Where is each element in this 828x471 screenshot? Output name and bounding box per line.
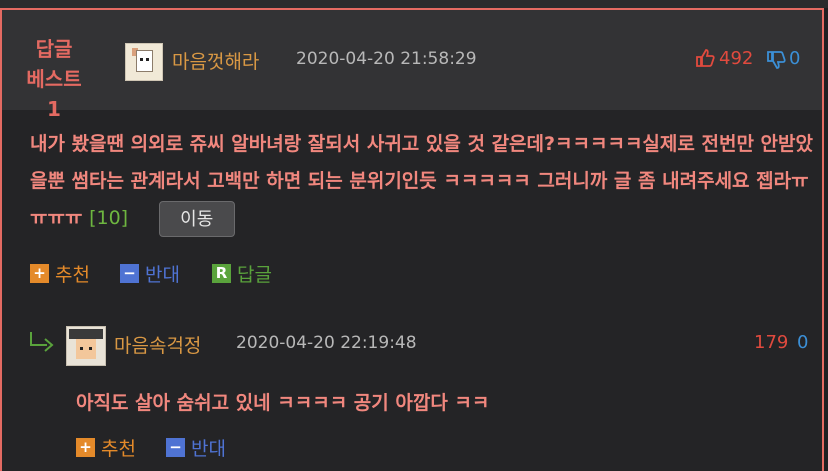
reply-icon: R: [212, 264, 231, 283]
badge-line-2: 베스트1: [26, 67, 82, 121]
thumbs-down-icon[interactable]: [766, 50, 786, 70]
oppose-button[interactable]: − 반대: [120, 260, 180, 287]
comment-timestamp: 2020-04-20 21:58:29: [296, 49, 477, 69]
reply-recommend-button[interactable]: + 추천: [76, 434, 136, 461]
comment-header: 답글 베스트1 마음껏해라 2020-04-20 21:58:29 492 0: [2, 10, 822, 121]
best-comment-panel: 답글 베스트1 마음껏해라 2020-04-20 21:58:29 492 0 …: [0, 8, 824, 471]
reply-avatar[interactable]: [66, 326, 106, 366]
recommend-label: 추천: [55, 264, 90, 286]
downvote-count: 0: [789, 48, 801, 69]
minus-icon: −: [120, 264, 139, 283]
author-nickname[interactable]: 마음껏해라: [172, 47, 259, 74]
reply-author-nickname[interactable]: 마음속걱정: [114, 331, 201, 358]
reply-downvote-count: 0: [797, 332, 809, 353]
move-button[interactable]: 이동: [158, 200, 235, 237]
reply-button[interactable]: R 답글: [212, 260, 272, 287]
oppose-label: 반대: [145, 264, 180, 286]
reply-oppose-button[interactable]: − 반대: [166, 434, 226, 461]
avatar[interactable]: [125, 43, 163, 81]
reply-upvote-count: 179: [754, 332, 789, 353]
plus-icon: +: [76, 438, 95, 457]
recommend-button[interactable]: + 추천: [30, 260, 90, 287]
best-reply-badge: 답글 베스트1: [20, 34, 88, 124]
badge-line-1: 답글: [35, 37, 73, 61]
plus-icon: +: [30, 264, 49, 283]
thumbs-up-icon[interactable]: [695, 48, 715, 68]
reply-timestamp: 2020-04-20 22:19:48: [236, 333, 417, 353]
reply-recommend-label: 추천: [101, 438, 136, 460]
upvote-count: 492: [719, 48, 754, 69]
comment-body: 내가 봤을땐 의외로 쥬씨 알바녀랑 잘되서 사귀고 있을 것 같은데?ㅋㅋㅋㅋ…: [30, 126, 820, 237]
comment-text: 내가 봤을땐 의외로 쥬씨 알바녀랑 잘되서 사귀고 있을 것 같은데?ㅋㅋㅋㅋ…: [30, 133, 813, 229]
reply-body: 아직도 살아 숨쉬고 있네 ㅋㅋㅋㅋ 공기 아깝다 ㅋㅋ: [76, 392, 490, 414]
reply-label: 답글: [237, 264, 272, 286]
reply-count[interactable]: [10]: [89, 207, 128, 229]
top-bar: [0, 0, 828, 8]
minus-icon: −: [166, 438, 185, 457]
reply-arrow-icon: [30, 332, 54, 352]
reply-oppose-label: 반대: [191, 438, 226, 460]
